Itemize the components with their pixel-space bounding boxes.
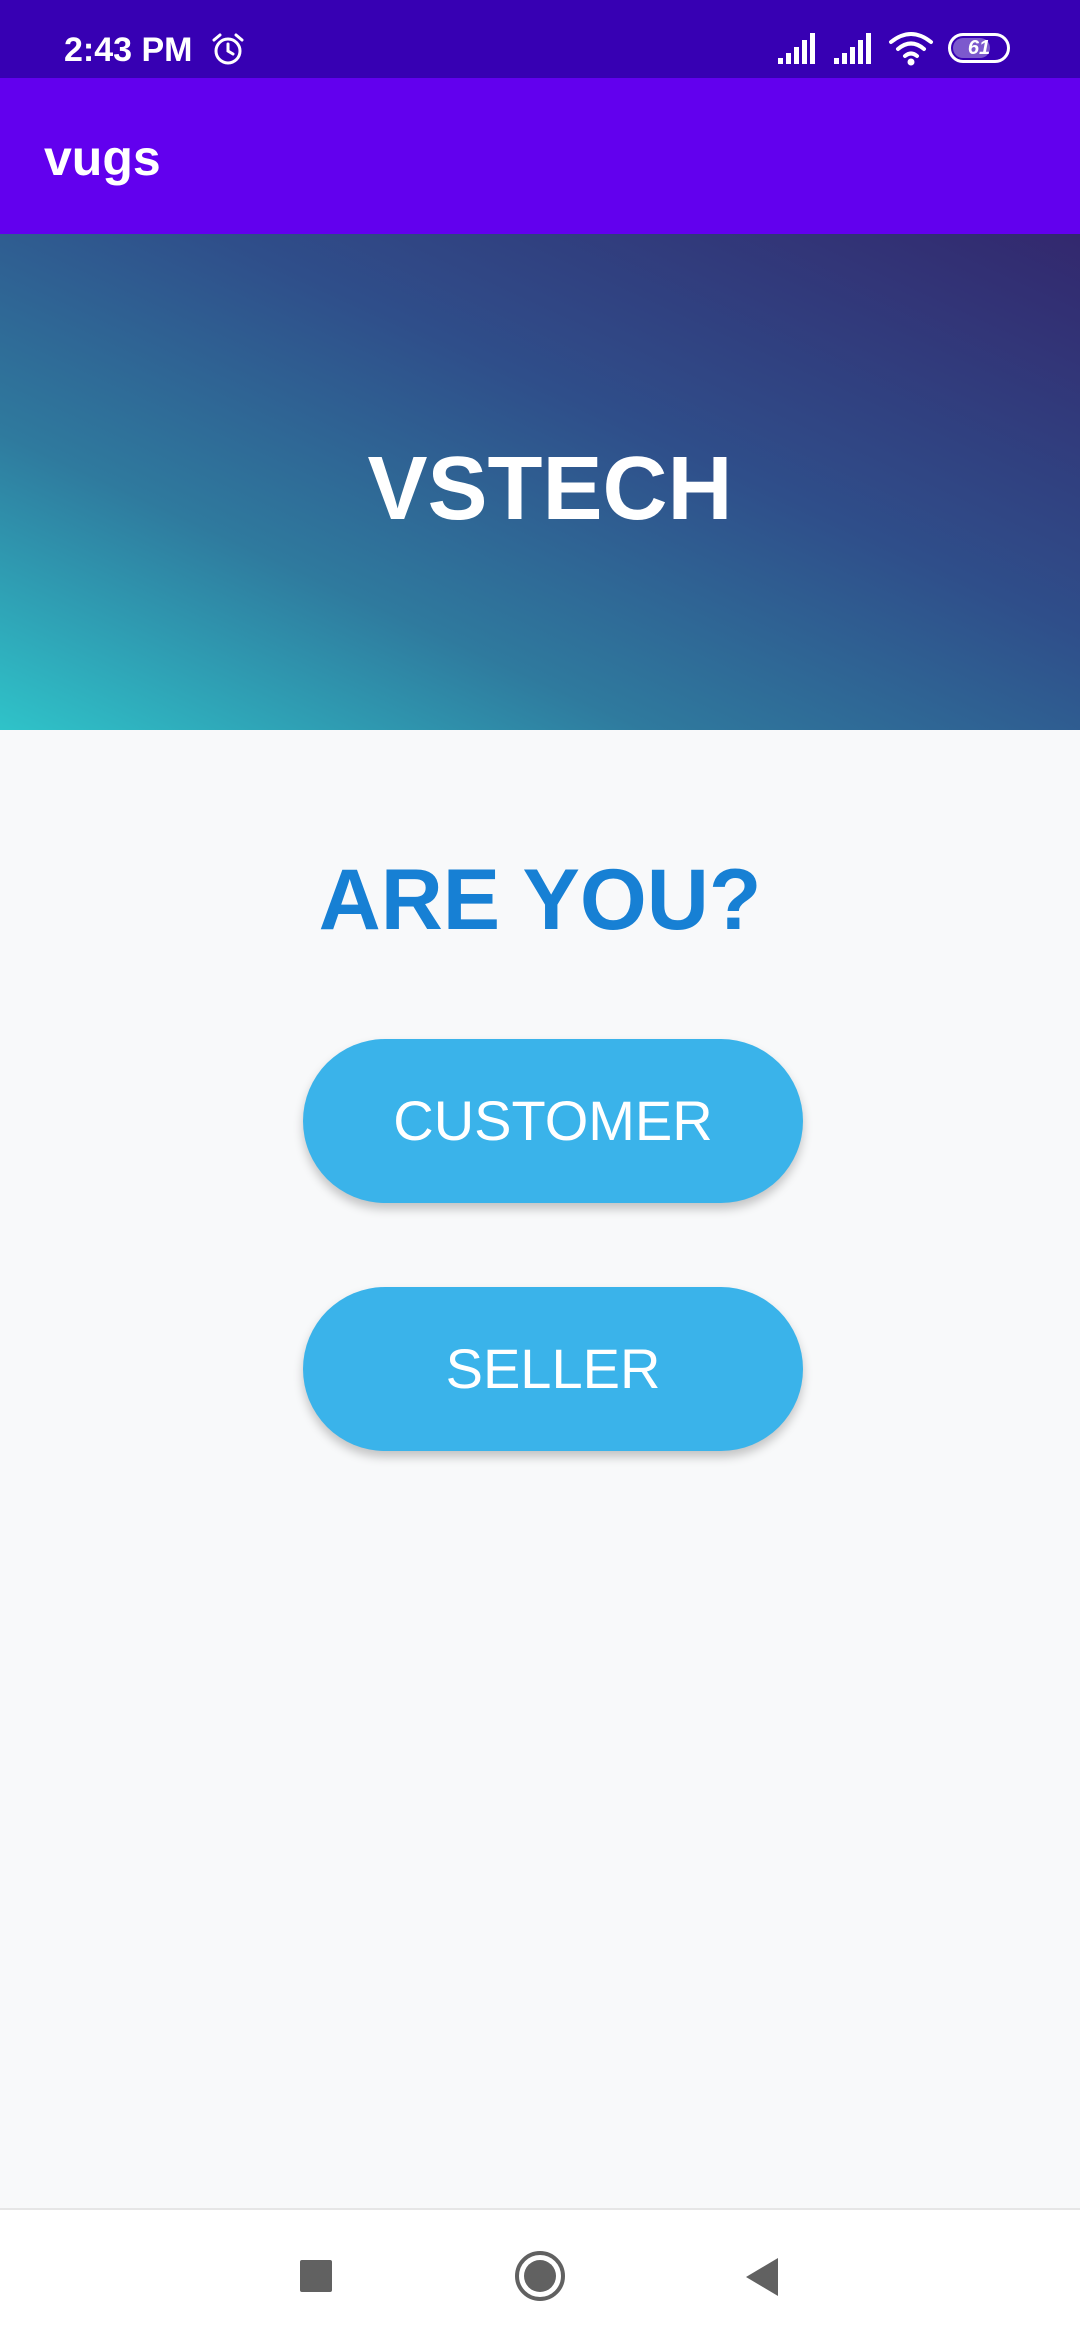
- back-icon[interactable]: [744, 2256, 780, 2298]
- signal-icon: [834, 33, 871, 64]
- alarm-icon: [212, 33, 244, 65]
- app-title: vugs: [44, 130, 161, 186]
- hero-title: VSTECH: [367, 439, 733, 539]
- navigation-bar: [0, 2208, 1080, 2340]
- battery-level: 61: [967, 37, 991, 59]
- recents-icon[interactable]: [300, 2260, 332, 2292]
- app-bar: vugs: [0, 78, 1080, 234]
- wifi-icon: [889, 32, 933, 66]
- customer-button[interactable]: CUSTOMER: [303, 1039, 803, 1203]
- battery-icon: 61: [948, 33, 1010, 63]
- status-time: 2:43 PM: [64, 31, 193, 69]
- signal-icon: [778, 33, 815, 64]
- status-bar: 2:43 PM 61: [0, 0, 1080, 78]
- question-heading: ARE YOU?: [318, 852, 762, 948]
- seller-button[interactable]: SELLER: [303, 1287, 803, 1451]
- hero-banner: VSTECH: [0, 234, 1080, 730]
- home-icon[interactable]: [514, 2250, 566, 2302]
